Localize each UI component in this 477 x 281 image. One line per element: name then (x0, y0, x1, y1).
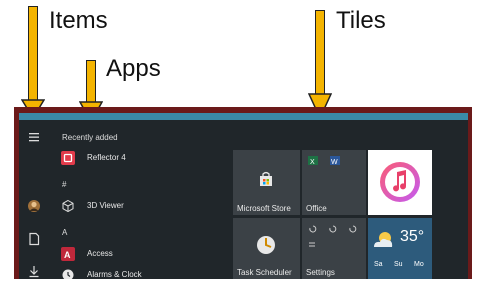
tile-itunes[interactable] (368, 150, 432, 215)
section-header-a: A (62, 228, 68, 237)
start-menu: Recently added Reflector 4 # 3D Viewer A… (19, 113, 468, 279)
weather-icon (374, 232, 393, 247)
tile-microsoft-store[interactable]: Microsoft Store (233, 150, 300, 215)
clock-icon (61, 268, 75, 279)
left-rail (19, 120, 49, 279)
svg-text:W: W (331, 159, 338, 166)
tile-settings[interactable]: Settings (302, 218, 366, 279)
app-item-alarms[interactable]: Alarms & Clock (61, 267, 221, 279)
task-scheduler-icon (257, 236, 275, 254)
user-avatar[interactable] (27, 199, 41, 213)
tile-task-scheduler[interactable]: Task Scheduler (233, 218, 300, 279)
office-icon: XW (308, 156, 340, 166)
weather-temp: 35° (400, 228, 425, 245)
itunes-icon (380, 162, 420, 202)
weather-day: Sa (374, 261, 383, 268)
weather-day: Mo (414, 261, 424, 268)
hamburger-icon[interactable] (27, 130, 41, 144)
tile-weather[interactable]: 35° Sa Su Mo (368, 218, 432, 279)
app-item-label: Access (87, 249, 113, 258)
app-item-label: Alarms & Clock (87, 270, 142, 279)
app-item-3d-viewer[interactable]: 3D Viewer (61, 198, 221, 216)
store-icon (260, 171, 272, 186)
download-icon[interactable] (27, 264, 41, 278)
items-label: Items (49, 7, 108, 34)
apps-label: Apps (106, 55, 161, 82)
svg-text:X: X (310, 159, 315, 166)
app-item-label: 3D Viewer (87, 201, 124, 210)
app-item-reflector[interactable]: Reflector 4 (61, 150, 221, 168)
tiles-label: Tiles (336, 7, 386, 34)
cube-icon (61, 199, 75, 213)
app-list: Recently added Reflector 4 # 3D Viewer A… (57, 120, 227, 279)
reflector-icon (61, 151, 75, 165)
section-header-hash: # (62, 180, 67, 189)
app-item-access[interactable]: A Access (61, 246, 221, 264)
app-item-label: Reflector 4 (87, 153, 126, 162)
access-icon: A (61, 247, 75, 261)
tile-label: Settings (306, 268, 335, 277)
tile-label: Office (306, 204, 327, 213)
svg-text:A: A (64, 250, 71, 260)
weather-day: Su (394, 261, 403, 268)
tile-label: Task Scheduler (237, 268, 292, 277)
recently-added-header: Recently added (62, 133, 118, 142)
document-icon[interactable] (27, 232, 41, 246)
accent-bar (19, 113, 468, 120)
tile-label: Microsoft Store (237, 204, 291, 213)
tile-office[interactable]: XW Office (302, 150, 366, 215)
settings-icon (309, 225, 357, 247)
